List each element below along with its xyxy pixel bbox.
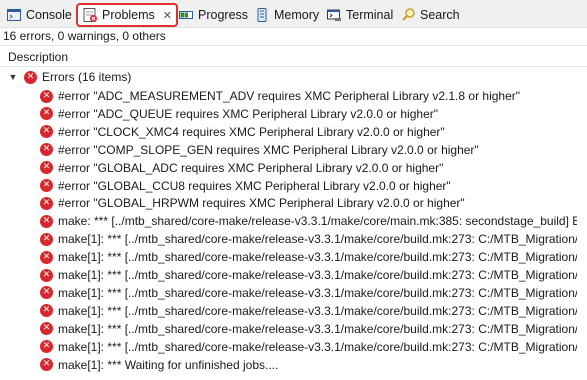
error-icon: ✕ (40, 286, 53, 300)
search-icon (400, 7, 416, 23)
problems-summary: 16 errors, 0 warnings, 0 others (3, 29, 166, 43)
error-icon: ✕ (40, 107, 53, 121)
error-icon: ✕ (40, 214, 53, 228)
error-icon: ✕ (40, 196, 53, 210)
terminal-icon (326, 7, 342, 23)
problem-row[interactable]: ✕ #error "ADC_QUEUE requires XMC Peripher… (0, 105, 587, 123)
problems-icon (82, 7, 98, 23)
error-icon: ✕ (40, 304, 53, 318)
problem-row[interactable]: ✕ #error "GLOBAL_HRPWM requires XMC Perip… (0, 194, 587, 212)
problem-description: #error "GLOBAL_ADC requires XMC Peripher… (58, 160, 444, 175)
column-header[interactable]: Description (0, 45, 587, 67)
problem-description: #error "GLOBAL_CCU8 requires XMC Periphe… (58, 178, 451, 193)
tab-memory[interactable]: Memory (254, 4, 319, 26)
column-header-description: Description (8, 50, 69, 64)
problem-row[interactable]: ✕ make[1]: *** [../mtb_shared/core-make/r… (0, 338, 587, 356)
tab-search[interactable]: Search (400, 4, 460, 26)
tree-group-errors[interactable]: ▼ ✕ Errors (16 items) (0, 68, 587, 86)
close-icon[interactable]: ✕ (163, 9, 172, 22)
error-icon: ✕ (40, 232, 53, 246)
problem-row[interactable]: ✕ #error "GLOBAL_CCU8 requires XMC Periph… (0, 177, 587, 195)
memory-icon (254, 7, 270, 23)
error-icon: ✕ (40, 268, 53, 282)
tab-label: Problems (102, 8, 155, 22)
problem-row[interactable]: ✕ #error "CLOCK_XMC4 requires XMC Periphe… (0, 123, 587, 141)
tab-terminal[interactable]: Terminal (326, 4, 393, 26)
problem-row[interactable]: ✕ make[1]: *** [../mtb_shared/core-make/r… (0, 320, 587, 338)
problem-row[interactable]: ✕ make[1]: *** [../mtb_shared/core-make/r… (0, 248, 587, 266)
problem-description: make[1]: *** [../mtb_shared/core-make/re… (58, 232, 587, 247)
problem-description: make[1]: *** [../mtb_shared/core-make/re… (58, 303, 587, 318)
problem-description: #error "ADC_QUEUE requires XMC Periphera… (58, 106, 438, 121)
vertical-scrollbar[interactable] (577, 68, 587, 380)
tab-label: Terminal (346, 8, 394, 22)
error-icon: ✕ (40, 143, 53, 157)
problem-row[interactable]: ✕ make[1]: *** [../mtb_shared/core-make/r… (0, 284, 587, 302)
error-icon: ✕ (40, 179, 53, 192)
problem-description: make[1]: *** [../mtb_shared/core-make/re… (58, 321, 587, 336)
problem-row[interactable]: ✕ #error "ADC_MEASUREMENT_ADV requires XM… (0, 87, 587, 105)
error-icon: ✕ (24, 70, 37, 84)
problem-row[interactable]: ✕ make[1]: *** [../mtb_shared/core-make/r… (0, 230, 587, 248)
error-icon: ✕ (40, 340, 53, 354)
problem-description: make[1]: *** [../mtb_shared/core-make/re… (58, 250, 587, 265)
tab-label: Memory (274, 8, 320, 22)
problem-description: make: *** [../mtb_shared/core-make/relea… (58, 214, 587, 229)
problem-description: #error "ADC_MEASUREMENT_ADV requires XMC… (58, 89, 521, 103)
group-label: Errors (16 items) (42, 70, 132, 84)
progress-icon (178, 7, 194, 23)
tab-progress[interactable]: Progress (178, 4, 248, 26)
error-icon: ✕ (40, 89, 53, 103)
error-icon: ✕ (40, 161, 53, 175)
chevron-down-icon[interactable]: ▼ (8, 68, 18, 86)
tab-label: Console (26, 8, 72, 22)
problem-row[interactable]: ✕ make[1]: *** [../mtb_shared/core-make/r… (0, 266, 587, 284)
tab-label: Progress (198, 8, 249, 22)
problem-description: make[1]: *** [../mtb_shared/core-make/re… (58, 339, 587, 354)
problem-row[interactable]: ✕ make[1]: *** [../mtb_shared/core-make/r… (0, 302, 587, 320)
problem-row[interactable]: ✕ make: *** [../mtb_shared/core-make/rele… (0, 212, 587, 230)
error-icon: ✕ (40, 358, 53, 371)
error-icon: ✕ (40, 250, 53, 264)
error-icon: ✕ (40, 125, 53, 139)
console-icon (6, 7, 22, 23)
tab-console[interactable]: Console (6, 4, 72, 26)
problem-description: make[1]: *** [../mtb_shared/core-make/re… (58, 285, 587, 300)
problem-description: make[1]: *** [../mtb_shared/core-make/re… (58, 268, 587, 282)
error-icon: ✕ (40, 322, 53, 336)
problem-description: #error "CLOCK_XMC4 requires XMC Peripher… (58, 124, 445, 139)
problem-row[interactable]: ✕ #error "COMP_SLOPE_GEN requires XMC Per… (0, 141, 587, 159)
tab-problems[interactable]: Problems ✕ (76, 3, 179, 27)
problem-row[interactable]: ✕ #error "GLOBAL_ADC requires XMC Periphe… (0, 159, 587, 177)
tab-label: Search (420, 8, 460, 22)
problem-description: #error "GLOBAL_HRPWM requires XMC Periph… (58, 196, 465, 211)
problem-description: #error "COMP_SLOPE_GEN requires XMC Peri… (58, 142, 479, 157)
problem-row[interactable]: ✕ make[1]: *** Waiting for unfinished job… (0, 356, 587, 374)
view-tab-bar: Console Problems ✕ Progress Memory Termi… (0, 0, 587, 28)
problem-description: make[1]: *** Waiting for unfinished jobs… (58, 357, 279, 372)
